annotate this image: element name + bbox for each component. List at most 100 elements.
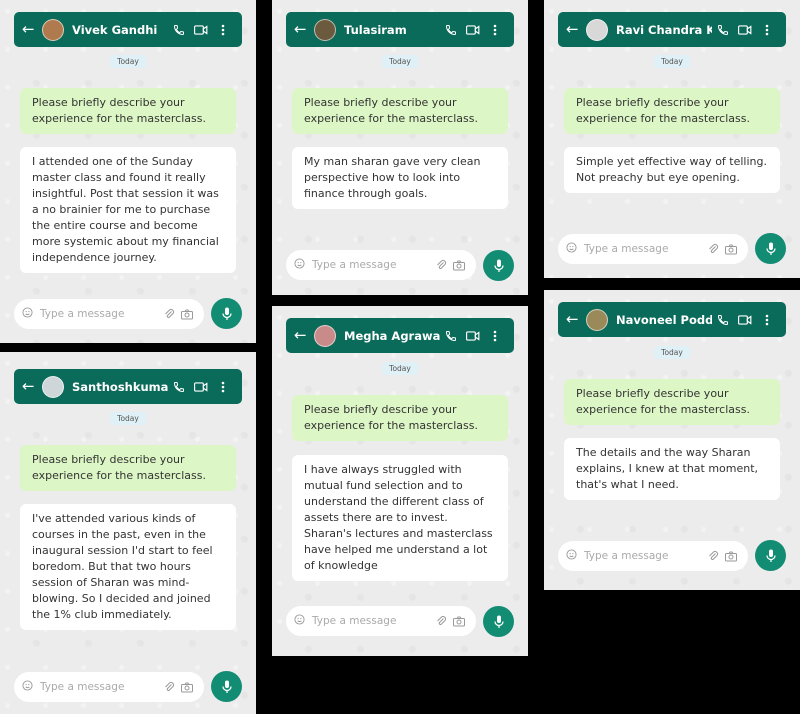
message-input[interactable]: Type a message [312,259,432,271]
emoji-icon[interactable] [22,680,40,694]
question-bubble: Please briefly describe your experience … [564,88,780,134]
contact-name[interactable]: Ravi Chandra K. [616,23,712,37]
message-input[interactable]: Type a message [584,243,704,255]
mic-button[interactable] [211,298,242,329]
mic-icon [221,680,232,693]
camera-icon[interactable] [450,260,468,271]
date-label: Today [110,412,146,425]
message-composer[interactable]: Type a message [558,541,748,571]
video-icon[interactable] [734,314,756,326]
question-bubble: Please briefly describe your experience … [20,445,236,491]
date-label: Today [654,55,690,68]
message-composer[interactable]: Type a message [286,606,476,636]
video-icon[interactable] [462,24,484,36]
camera-icon[interactable] [722,244,740,255]
mic-button[interactable] [211,671,242,702]
answer-bubble: The details and the way Sharan explains,… [564,438,780,500]
contact-name[interactable]: Megha Agrawal [344,329,440,343]
message-input[interactable]: Type a message [40,681,160,693]
mic-icon [765,242,776,255]
date-label: Today [654,346,690,359]
mic-button[interactable] [755,233,786,264]
contact-name[interactable]: Tulasiram [344,23,440,37]
chat-header: ← Megha Agrawal [286,318,514,353]
answer-bubble: I attended one of the Sunday master clas… [20,147,236,273]
mic-icon [493,259,504,272]
video-icon[interactable] [190,381,212,393]
attach-icon[interactable] [160,308,178,320]
back-arrow-icon[interactable]: ← [294,22,310,37]
message-input[interactable]: Type a message [584,550,704,562]
phone-icon[interactable] [712,24,734,36]
answer-bubble: My man sharan gave very clean perspectiv… [292,147,508,209]
chat-panel: ← Santhoshkumar Today Please briefly des… [0,352,256,714]
chat-header: ← Tulasiram [286,12,514,47]
emoji-icon[interactable] [566,242,584,256]
phone-icon[interactable] [168,24,190,36]
message-input[interactable]: Type a message [40,308,160,320]
avatar[interactable] [586,18,608,41]
mic-button[interactable] [755,540,786,571]
video-icon[interactable] [190,24,212,36]
emoji-icon[interactable] [22,307,40,321]
chat-header: ← Ravi Chandra K. [558,12,786,47]
contact-name[interactable]: Vivek Gandhi [72,23,168,37]
chat-panel: ← Navoneel Poddar Today Please briefly d… [544,290,800,590]
avatar[interactable] [314,324,336,347]
back-arrow-icon[interactable]: ← [22,22,38,37]
back-arrow-icon[interactable]: ← [22,379,38,394]
phone-icon[interactable] [440,24,462,36]
camera-icon[interactable] [178,682,196,693]
message-composer[interactable]: Type a message [558,234,748,264]
more-icon[interactable] [484,24,506,36]
camera-icon[interactable] [450,616,468,627]
back-arrow-icon[interactable]: ← [294,328,310,343]
mic-button[interactable] [483,250,514,281]
phone-icon[interactable] [168,381,190,393]
answer-bubble: I have always struggled with mutual fund… [292,455,508,581]
more-icon[interactable] [212,381,234,393]
message-composer[interactable]: Type a message [14,672,204,702]
attach-icon[interactable] [704,243,722,255]
contact-name[interactable]: Santhoshkumar [72,380,168,394]
question-bubble: Please briefly describe your experience … [292,88,508,134]
attach-icon[interactable] [160,681,178,693]
emoji-icon[interactable] [294,614,312,628]
question-bubble: Please briefly describe your experience … [292,395,508,441]
message-input[interactable]: Type a message [312,615,432,627]
more-icon[interactable] [484,330,506,342]
more-icon[interactable] [756,24,778,36]
chat-panel: ← Vivek Gandhi Today Please briefly desc… [0,0,256,343]
date-label: Today [382,362,418,375]
message-composer[interactable]: Type a message [14,299,204,329]
date-label: Today [382,55,418,68]
phone-icon[interactable] [440,330,462,342]
phone-icon[interactable] [712,314,734,326]
chat-header: ← Navoneel Poddar [558,302,786,337]
avatar[interactable] [42,375,64,398]
question-bubble: Please briefly describe your experience … [564,379,780,425]
message-composer[interactable]: Type a message [286,250,476,280]
attach-icon[interactable] [704,550,722,562]
avatar[interactable] [586,308,608,331]
camera-icon[interactable] [178,309,196,320]
avatar[interactable] [42,18,64,41]
answer-bubble: I've attended various kinds of courses i… [20,504,236,630]
attach-icon[interactable] [432,259,450,271]
video-icon[interactable] [462,330,484,342]
more-icon[interactable] [756,314,778,326]
more-icon[interactable] [212,24,234,36]
chat-panel: ← Ravi Chandra K. Today Please briefly d… [544,0,800,278]
date-label: Today [110,55,146,68]
video-icon[interactable] [734,24,756,36]
emoji-icon[interactable] [566,549,584,563]
mic-icon [765,549,776,562]
back-arrow-icon[interactable]: ← [566,312,582,327]
emoji-icon[interactable] [294,258,312,272]
back-arrow-icon[interactable]: ← [566,22,582,37]
avatar[interactable] [314,18,336,41]
contact-name[interactable]: Navoneel Poddar [616,313,712,327]
camera-icon[interactable] [722,551,740,562]
mic-button[interactable] [483,606,514,637]
attach-icon[interactable] [432,615,450,627]
